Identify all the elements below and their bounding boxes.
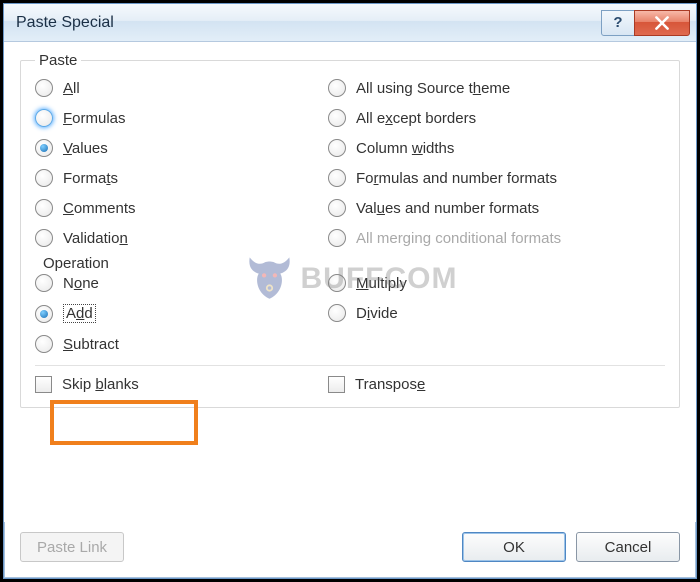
checkbox-options: Skip blanks Transpose [35, 376, 665, 393]
titlebar: Paste Special ? [4, 4, 696, 42]
paste-group-label: Paste [35, 52, 81, 69]
radio-icon [35, 335, 53, 353]
paste-special-dialog: Paste Special ? Paste All [3, 3, 697, 579]
radio-icon [328, 139, 346, 157]
radio-values-number-formats[interactable]: Values and number formats [328, 199, 665, 217]
radio-icon [328, 304, 346, 322]
paste-col-left: All Formulas Values Formats [35, 79, 328, 247]
radio-icon [328, 229, 346, 247]
dialog-footer: Paste Link OK Cancel [4, 522, 696, 578]
operation-group-label: Operation [39, 255, 665, 272]
window-controls: ? [601, 10, 690, 36]
chk-col-left: Skip blanks [35, 376, 328, 393]
radio-icon [35, 139, 53, 157]
window-title: Paste Special [16, 14, 601, 32]
radio-icon [35, 305, 53, 323]
paste-col-right: All using Source theme All except border… [328, 79, 665, 247]
main-fieldset: Paste All Formulas Values [20, 52, 680, 408]
checkbox-transpose[interactable]: Transpose [328, 376, 665, 393]
radio-all-source-theme[interactable]: All using Source theme [328, 79, 665, 97]
radio-icon [328, 79, 346, 97]
checkbox-icon [35, 376, 52, 393]
checkbox-icon [328, 376, 345, 393]
chk-col-right: Transpose [328, 376, 665, 393]
radio-divide[interactable]: Divide [328, 304, 665, 322]
radio-icon [35, 274, 53, 292]
radio-none[interactable]: None [35, 274, 328, 292]
radio-multiply[interactable]: Multiply [328, 274, 665, 292]
radio-add[interactable]: Add [35, 304, 328, 323]
radio-label: All merging conditional formats [356, 230, 561, 247]
radio-icon [328, 169, 346, 187]
radio-icon [35, 109, 53, 127]
paste-options: All Formulas Values Formats [35, 79, 665, 247]
close-icon [655, 16, 669, 30]
op-col-left: None Add Subtract [35, 274, 328, 353]
radio-comments[interactable]: Comments [35, 199, 328, 217]
cancel-button[interactable]: Cancel [576, 532, 680, 562]
radio-subtract[interactable]: Subtract [35, 335, 328, 353]
radio-icon [35, 79, 53, 97]
checkbox-skip-blanks[interactable]: Skip blanks [35, 376, 328, 393]
operation-options: None Add Subtract Multiply [35, 274, 665, 353]
radio-icon [35, 169, 53, 187]
help-icon: ? [613, 14, 622, 31]
op-col-right: Multiply Divide [328, 274, 665, 353]
close-button[interactable] [634, 10, 690, 36]
radio-all-except-borders[interactable]: All except borders [328, 109, 665, 127]
radio-formulas[interactable]: Formulas [35, 109, 328, 127]
paste-link-button: Paste Link [20, 532, 124, 562]
radio-icon [35, 229, 53, 247]
radio-icon [35, 199, 53, 217]
radio-column-widths[interactable]: Column widths [328, 139, 665, 157]
radio-validation[interactable]: Validation [35, 229, 328, 247]
radio-all-merging-conditional: All merging conditional formats [328, 229, 665, 247]
radio-all[interactable]: All [35, 79, 328, 97]
ok-button[interactable]: OK [462, 532, 566, 562]
help-button[interactable]: ? [601, 10, 635, 36]
radio-icon [328, 274, 346, 292]
radio-icon [328, 109, 346, 127]
separator [35, 365, 665, 366]
radio-formats[interactable]: Formats [35, 169, 328, 187]
dialog-content: Paste All Formulas Values [4, 42, 696, 522]
radio-values[interactable]: Values [35, 139, 328, 157]
radio-formulas-number-formats[interactable]: Formulas and number formats [328, 169, 665, 187]
radio-icon [328, 199, 346, 217]
